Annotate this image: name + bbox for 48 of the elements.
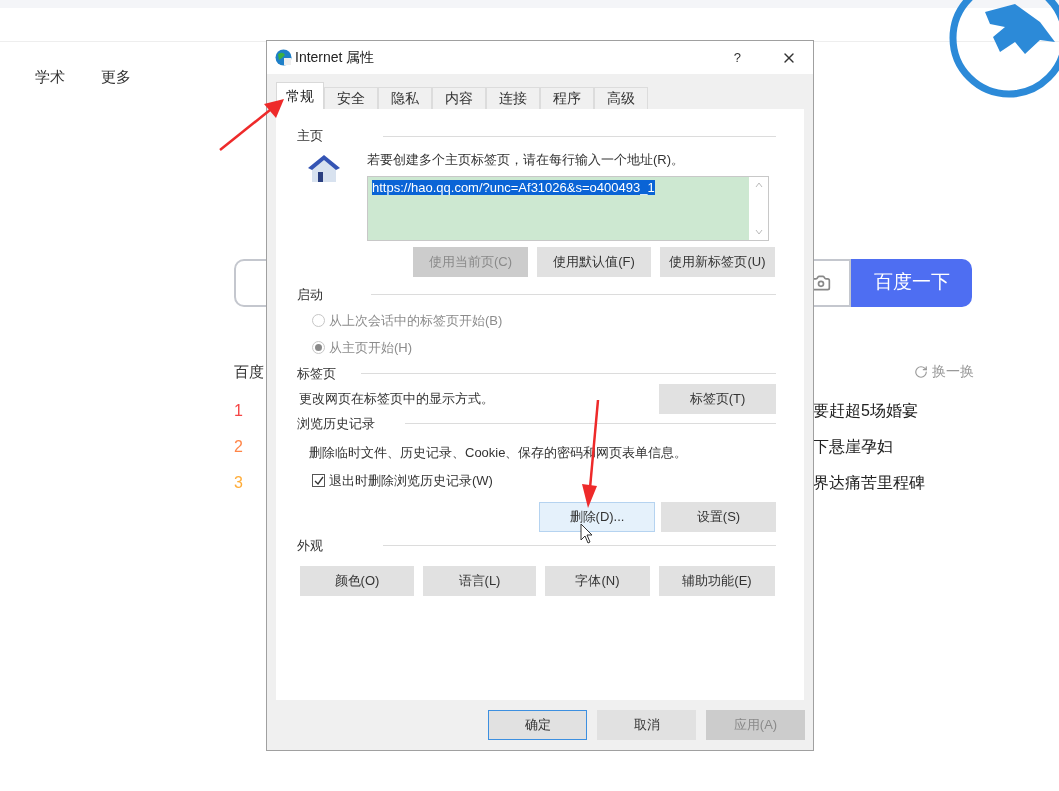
tabs-description: 更改网页在标签页中的显示方式。 [299,389,494,408]
annotation-arrow [218,96,286,152]
appearance-button[interactable]: 语言(L) [423,565,536,596]
tab[interactable]: 连接 [486,87,540,109]
tab[interactable]: 隐私 [378,87,432,109]
rank-number: 2 [234,437,243,457]
tab[interactable]: 高级 [594,87,648,109]
mouse-cursor-icon [580,523,594,544]
refresh-icon [914,364,928,379]
tab[interactable]: 程序 [540,87,594,109]
search-button[interactable]: 百度一下 [851,258,972,307]
section-heading: 外观 [297,536,323,555]
nav-link[interactable]: 更多 [101,66,131,89]
help-button[interactable]: ? [733,47,741,68]
appearance-button[interactable]: 字体(N) [545,565,650,596]
nav-link[interactable]: 学术 [35,66,65,89]
window-title: Internet 属性 [295,48,375,67]
tabs-button[interactable]: 标签页(T) [659,383,776,414]
tab[interactable]: 常规 [276,82,324,109]
hot-news-link[interactable]: 下悬崖孕妇 [812,435,893,459]
rank-number: 3 [234,473,243,493]
house-icon [307,154,341,184]
checkmark-icon [313,475,324,486]
homepage-url-field[interactable]: https://hao.qq.com/?unc=Af31026&s=o400493_1 [367,175,769,241]
history-button[interactable]: 设置(S) [661,501,776,532]
globe-icon [275,49,292,66]
delete-on-exit-checkbox[interactable]: 退出时删除浏览历史记录(W) [312,471,776,491]
history-button[interactable]: 删除(D)... [539,501,655,532]
scroll-down-icon[interactable] [754,227,763,236]
section-heading: 标签页 [297,364,336,383]
footer-button[interactable]: 取消 [597,710,696,740]
homepage-button[interactable]: 使用默认值(F) [537,246,651,277]
scroll-up-icon[interactable] [754,180,763,189]
rank-number: 1 [234,401,243,421]
homepage-button[interactable]: 使用新标签页(U) [660,246,775,277]
section-heading: 主页 [297,127,323,146]
homepage-hint: 若要创建多个主页标签页，请在每行输入一个地址(R)。 [367,151,686,169]
section-heading: 启动 [297,285,323,304]
selected-url: https://hao.qq.com/?unc=Af31026&s=o400493_1 [372,179,655,195]
section-heading: 浏览历史记录 [297,414,375,433]
hot-news-link[interactable]: 界达痛苦里程碑 [812,471,925,495]
footer-button[interactable]: 确定 [488,710,587,740]
tab[interactable]: 安全 [324,87,378,109]
hot-list-title: 百度 [234,361,264,382]
hot-news-link[interactable]: 要赶超5场婚宴 [812,399,918,423]
appearance-button[interactable]: 颜色(O) [300,565,414,596]
tab[interactable]: 内容 [432,87,486,109]
appearance-button[interactable]: 辅助功能(E) [659,565,775,596]
